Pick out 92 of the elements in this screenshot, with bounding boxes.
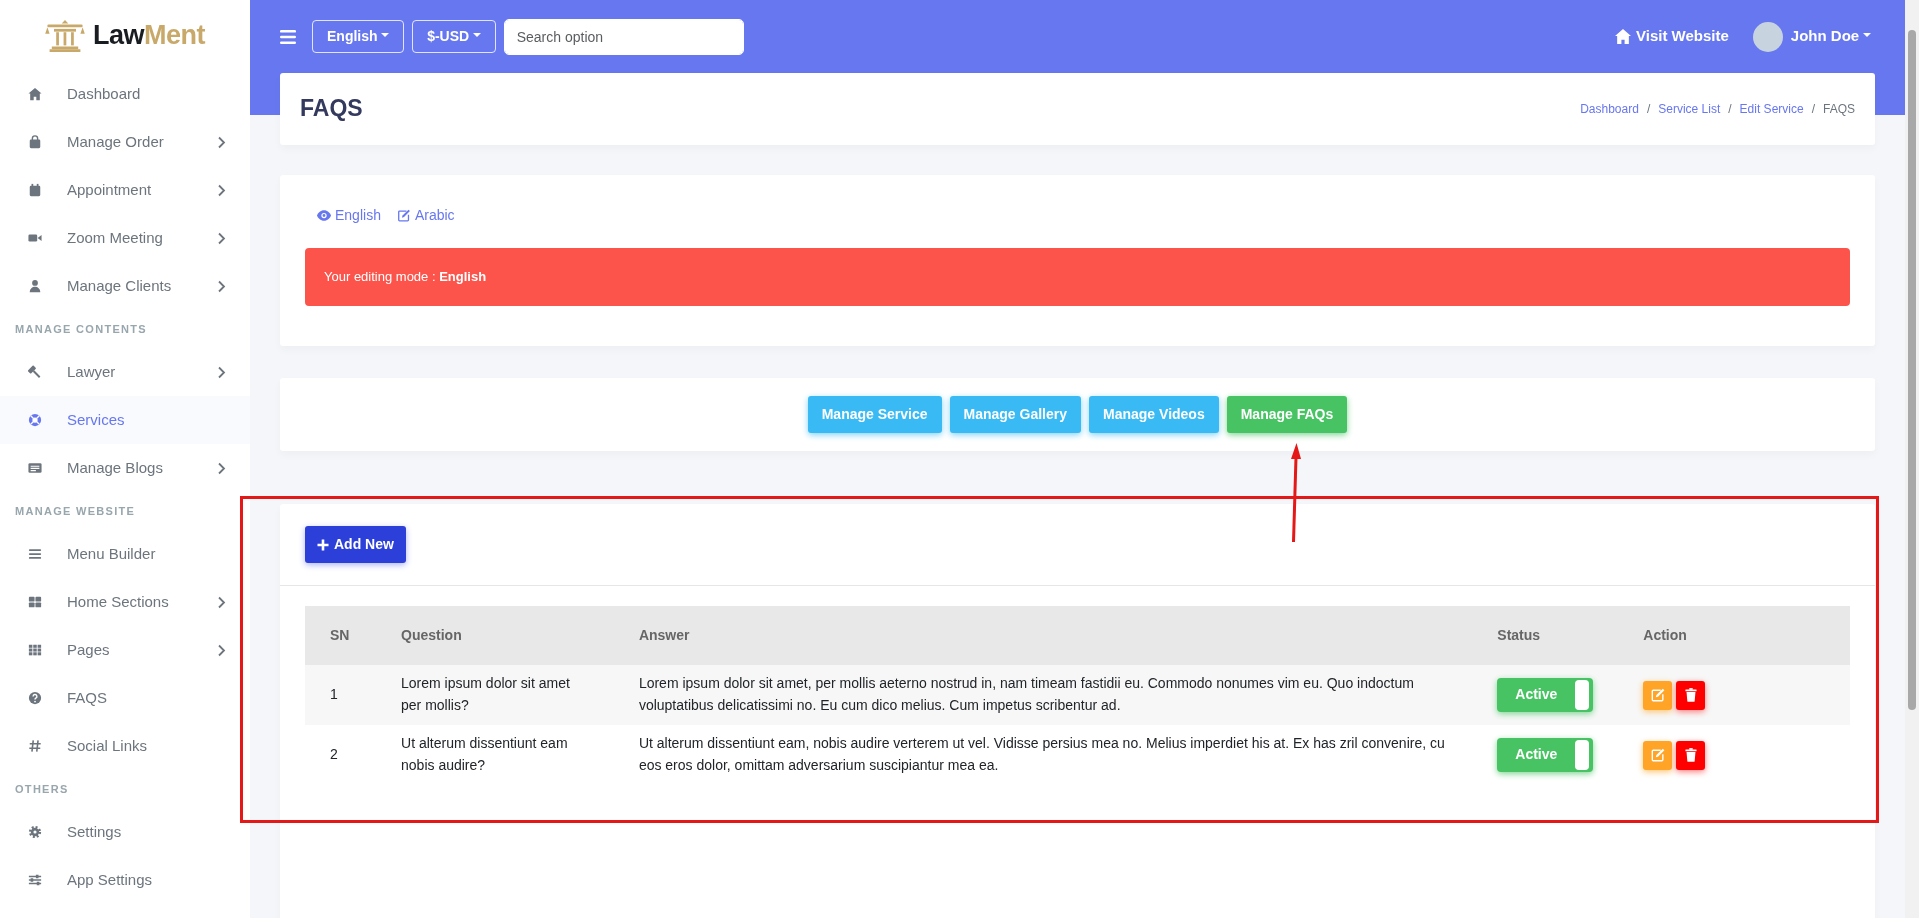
bag-icon bbox=[28, 135, 42, 149]
sidebar-item[interactable]: Manage Order bbox=[0, 118, 250, 166]
column-header: Status bbox=[1472, 606, 1619, 665]
chevron-right-icon bbox=[217, 461, 226, 475]
table-cell: Ut alterum dissentiunt eam nobis audire? bbox=[376, 725, 614, 785]
sliders-icon bbox=[28, 873, 42, 887]
question-circle-icon bbox=[28, 691, 42, 705]
alert-message: Your editing mode : English bbox=[324, 268, 487, 287]
edit-icon bbox=[1650, 688, 1665, 702]
language-link[interactable]: English bbox=[317, 205, 381, 226]
page-title: FAQS bbox=[300, 95, 363, 123]
scrollbar[interactable] bbox=[1905, 0, 1919, 918]
sidebar-item[interactable]: Lawyer bbox=[0, 348, 250, 396]
calendar-icon bbox=[28, 183, 42, 197]
sidebar-item[interactable]: Social Links bbox=[0, 722, 250, 770]
chevron-right-icon bbox=[217, 231, 226, 245]
breadcrumb-separator: / bbox=[1811, 101, 1815, 118]
sidebar-item[interactable]: Manage Blogs bbox=[0, 444, 250, 492]
edit-icon bbox=[1650, 748, 1665, 762]
section-heading: MANAGE WEBSITE bbox=[15, 503, 136, 519]
grid-icon bbox=[28, 595, 42, 609]
delete-button[interactable] bbox=[1676, 740, 1706, 770]
add-new-button[interactable]: Add New bbox=[305, 526, 406, 563]
column-header: Question bbox=[376, 606, 614, 665]
plus-icon bbox=[317, 538, 329, 551]
sidebar-item[interactable]: Appointment bbox=[0, 166, 250, 214]
sidebar-item[interactable]: Home Sections bbox=[0, 578, 250, 626]
edit-button[interactable] bbox=[1643, 740, 1673, 770]
logo-text: LawMent bbox=[93, 18, 205, 52]
breadcrumb-separator: / bbox=[1646, 101, 1651, 118]
menu-icon bbox=[280, 29, 296, 44]
newspaper-icon bbox=[28, 461, 42, 475]
sidebar-item[interactable]: Menu Builder bbox=[0, 530, 250, 578]
sidebar-item[interactable]: Dashboard bbox=[0, 70, 250, 118]
breadcrumb-separator: / bbox=[1728, 101, 1732, 118]
sidebar-item[interactable]: Manage Clients bbox=[0, 262, 250, 310]
manage-button[interactable]: Manage FAQs bbox=[1226, 396, 1348, 433]
user-icon bbox=[28, 279, 42, 293]
sidebar-item[interactable]: Zoom Meeting bbox=[0, 214, 250, 262]
breadcrumb-current: FAQS bbox=[1823, 101, 1855, 118]
trash-icon bbox=[1684, 688, 1697, 702]
chevron-right-icon bbox=[217, 595, 226, 609]
chevron-right-icon bbox=[217, 365, 226, 379]
table-cell: 2 bbox=[305, 725, 377, 785]
search-field[interactable]: Search option bbox=[503, 18, 744, 55]
delete-button[interactable] bbox=[1676, 680, 1706, 710]
manage-button[interactable]: Manage Gallery bbox=[949, 396, 1082, 433]
menu-icon bbox=[28, 547, 42, 561]
chevron-right-icon bbox=[217, 183, 226, 197]
manage-button[interactable]: Manage Videos bbox=[1089, 396, 1219, 433]
table-cell: Lorem ipsum dolor sit amet per mollis? bbox=[376, 665, 614, 725]
language-link[interactable]: Arabic bbox=[396, 205, 455, 226]
table-cell: Lorem ipsum dolor sit amet, per mollis aeterno nostrud in, nam timeam fastidii eu. Commodo nonumes vim eu. Quo indoctum voluptatibus delicatissimi no. Eu cum dico melius. Cum impetus scribentur ad. bbox=[613, 665, 1473, 725]
menu-button[interactable] bbox=[280, 29, 296, 44]
status-toggle[interactable]: Active bbox=[1497, 678, 1594, 712]
breadcrumb-link[interactable]: Service List bbox=[1658, 100, 1721, 118]
home-icon bbox=[1614, 28, 1633, 45]
breadcrumb-link[interactable]: Edit Service bbox=[1739, 100, 1804, 118]
chevron-right-icon bbox=[217, 643, 226, 657]
settings-icon bbox=[28, 825, 42, 839]
table-cell: Ut alterum dissentiunt eam, nobis audire verterem ut vel. Vidisse persius mea no. Melius imperdiet his at. Ex has zril convenire, cu eos eros dolor, omittam adversarium suscipiantur mea ea. bbox=[613, 725, 1473, 785]
manage-button[interactable]: Manage Service bbox=[807, 396, 942, 433]
sidebar-item[interactable]: App Settings bbox=[0, 856, 250, 904]
trash-icon bbox=[1684, 748, 1697, 762]
table-cell: 1 bbox=[305, 665, 377, 725]
language-dropdown[interactable]: English bbox=[312, 20, 405, 53]
currency-dropdown[interactable]: $-USD bbox=[412, 20, 496, 53]
sidebar-item[interactable]: FAQS bbox=[0, 674, 250, 722]
section-heading: OTHERS bbox=[15, 781, 69, 797]
chevron-right-icon bbox=[217, 279, 226, 293]
status-toggle[interactable]: Active bbox=[1497, 738, 1594, 772]
life-ring-icon bbox=[28, 413, 42, 427]
visit-website-link[interactable]: Visit Website bbox=[1614, 25, 1729, 48]
chevron-right-icon bbox=[217, 135, 226, 149]
avatar bbox=[1752, 21, 1783, 52]
breadcrumb-link[interactable]: Dashboard bbox=[1580, 100, 1639, 118]
sidebar-item[interactable]: Settings bbox=[0, 808, 250, 856]
edit-button[interactable] bbox=[1643, 680, 1673, 710]
sidebar-item[interactable]: Services bbox=[0, 396, 250, 444]
user-menu[interactable]: John Doe bbox=[1790, 25, 1871, 48]
eye-icon bbox=[317, 209, 331, 222]
hash-icon bbox=[28, 739, 42, 753]
column-header: Answer bbox=[613, 606, 1473, 665]
column-header: Action bbox=[1618, 606, 1850, 665]
pillar-logo-icon bbox=[45, 18, 85, 52]
home-icon bbox=[28, 87, 42, 101]
edit-icon bbox=[396, 209, 411, 222]
column-header: SN bbox=[305, 606, 377, 665]
grid-icon bbox=[28, 643, 42, 657]
sidebar-item[interactable]: Pages bbox=[0, 626, 250, 674]
gavel-icon bbox=[28, 365, 42, 379]
section-heading: MANAGE CONTENTS bbox=[15, 321, 147, 337]
